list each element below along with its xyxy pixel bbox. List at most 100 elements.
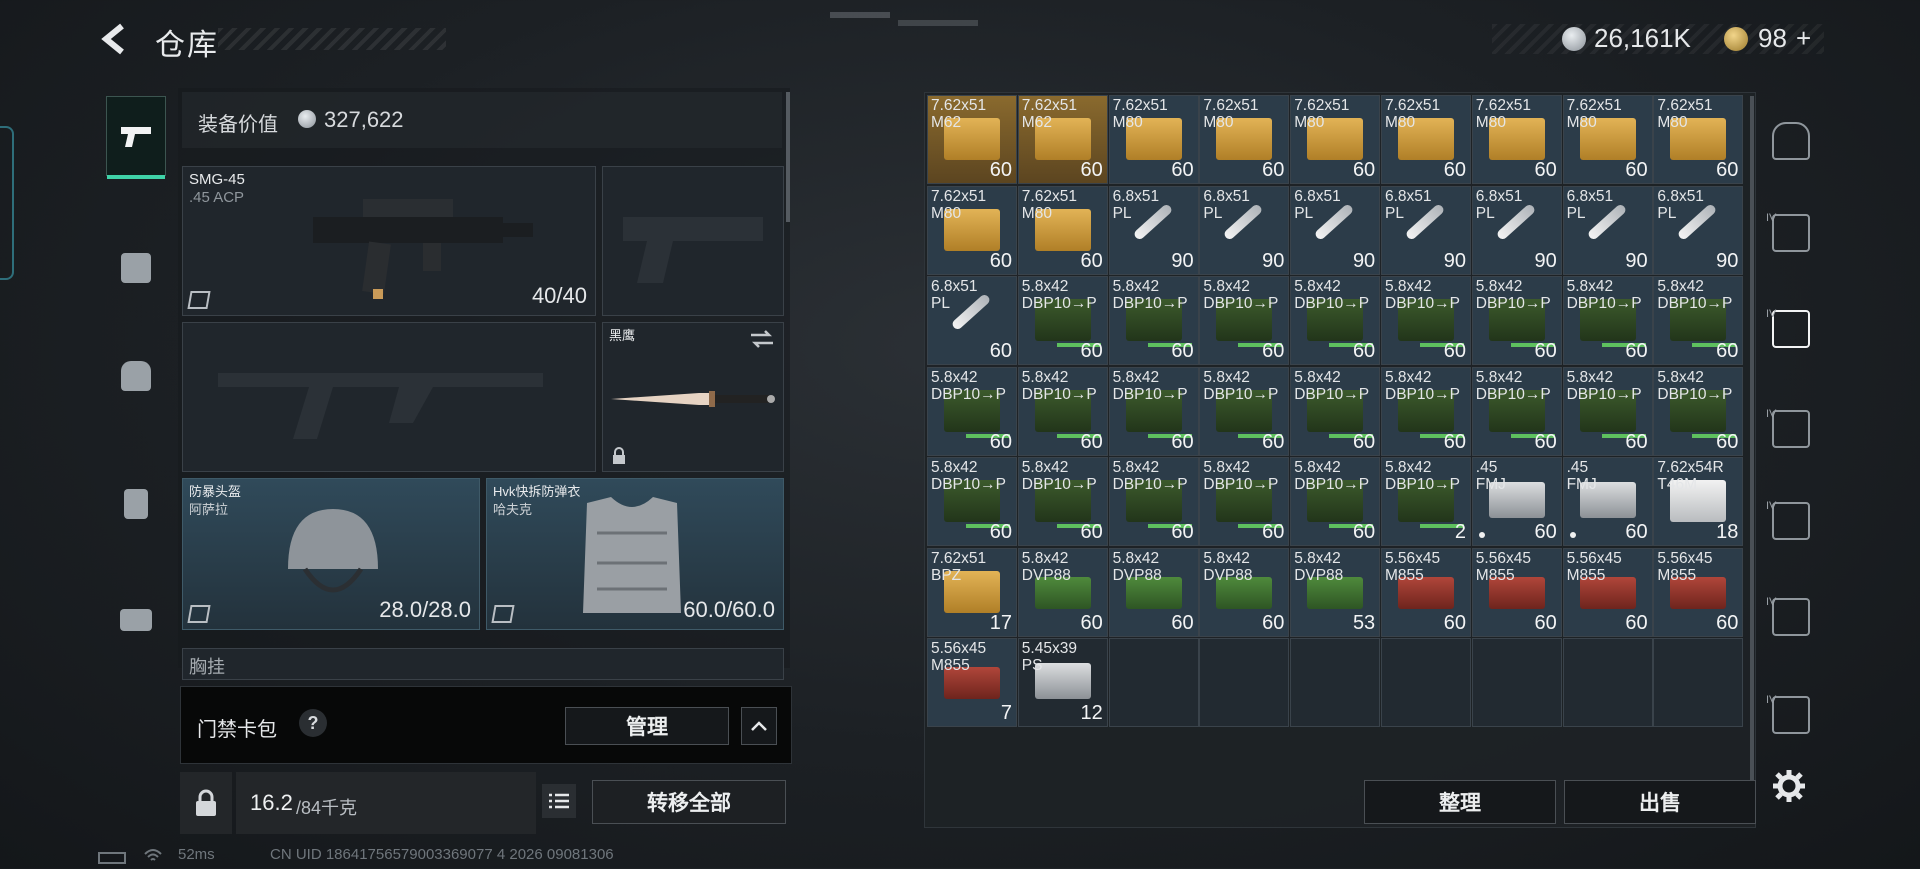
tab-chest-rig[interactable]	[106, 464, 166, 544]
armor-slot[interactable]: Hvk快拆防弹衣 哈夫克 60.0/60.0	[486, 478, 784, 630]
stash-item[interactable]: 7.62x51 M80 60	[1653, 95, 1744, 184]
stash-item[interactable]: 7.62x51 M62 60	[927, 95, 1017, 184]
pistol-slot[interactable]	[602, 166, 784, 316]
stash-item[interactable]: 7.62x51 M80 60	[1381, 95, 1471, 184]
equipment-scrollbar[interactable]	[786, 92, 790, 222]
stash-item[interactable]: 5.8x42 DBP10→P 60	[1653, 276, 1744, 365]
stash-category-1-icon[interactable]	[1772, 214, 1810, 252]
stash-category-5-icon[interactable]	[1772, 598, 1810, 636]
back-arrow-icon[interactable]	[98, 22, 132, 56]
stash-item[interactable]: 5.8x42 DBP10→P 60	[1199, 276, 1290, 365]
stash-category-2-icon[interactable]	[1772, 310, 1810, 348]
sort-button[interactable]: 整理	[1364, 780, 1556, 824]
stash-item[interactable]: 6.8x51 PL 90	[1562, 185, 1653, 275]
secondary-weapon-slot[interactable]	[182, 322, 596, 472]
stash-empty-slot[interactable]	[1290, 638, 1381, 727]
stash-item[interactable]: 5.8x42 DBP10→P 60	[1471, 276, 1562, 365]
stash-item[interactable]: 6.8x51 PL 90	[1381, 185, 1471, 275]
stash-item[interactable]: 6.8x51 PL 90	[1290, 185, 1381, 275]
swap-icon[interactable]	[749, 329, 775, 349]
stash-item[interactable]: 5.8x42 DBP10→P 60	[927, 366, 1017, 456]
stash-item[interactable]: 5.56x45 M855 60	[1562, 547, 1653, 637]
stash-item[interactable]: 5.8x42 DVP88 60	[1108, 547, 1199, 637]
help-icon[interactable]: ?	[299, 709, 327, 737]
stash-item[interactable]: 6.8x51 PL 90	[1471, 185, 1562, 275]
stash-item[interactable]: 5.8x42 DBP10→P 60	[1017, 366, 1108, 456]
stash-item[interactable]: 5.8x42 DBP10→P 60	[1562, 366, 1653, 456]
stash-empty-slot[interactable]	[1381, 638, 1471, 727]
stash-item[interactable]: 7.62x51 M80 60	[1290, 95, 1381, 184]
stash-category-6-icon[interactable]	[1772, 696, 1810, 734]
manage-button[interactable]: 管理	[565, 707, 729, 745]
stash-item[interactable]: 5.8x42 DBP10→P 60	[1381, 366, 1471, 456]
stash-scrollbar[interactable]	[1750, 96, 1754, 786]
stash-empty-slot[interactable]	[1471, 638, 1562, 727]
stash-item[interactable]: 5.45x39 PS 12	[1017, 638, 1108, 727]
stash-item[interactable]: 5.8x42 DBP10→P 60	[1562, 276, 1653, 365]
stash-item[interactable]: 5.8x42 DBP10→P 60	[1471, 366, 1562, 456]
stash-item[interactable]: 5.8x42 DBP10→P 60	[1290, 366, 1381, 456]
stash-empty-slot[interactable]	[1108, 638, 1199, 727]
side-drawer-handle[interactable]	[0, 126, 14, 280]
stash-item[interactable]: 5.56x45 M855 60	[1653, 547, 1744, 637]
stash-item[interactable]: 5.8x42 DBP10→P 60	[1199, 366, 1290, 456]
stash-empty-slot[interactable]	[1653, 638, 1744, 727]
stash-item[interactable]: 7.62x51 M80 60	[1471, 95, 1562, 184]
stash-home-icon[interactable]	[1772, 122, 1810, 160]
primary-weapon-slot[interactable]: SMG-45 .45 ACP 40/40	[182, 166, 596, 316]
stash-item[interactable]: 5.8x42 DVP88 60	[1017, 547, 1108, 637]
lock-toggle[interactable]	[180, 772, 232, 834]
item-name: 5.8x42 DVP88	[1294, 549, 1344, 584]
chest-rig-slot[interactable]: 胸挂	[182, 648, 784, 680]
stash-item[interactable]: 5.56x45 M855 60	[1381, 547, 1471, 637]
stash-item[interactable]: 5.8x42 DVP88 60	[1199, 547, 1290, 637]
stash-category-4-icon[interactable]	[1772, 502, 1810, 540]
transfer-all-button[interactable]: 转移全部	[592, 780, 786, 824]
stash-item[interactable]: 5.8x42 DBP10→P 60	[1290, 276, 1381, 365]
smg-image	[313, 199, 533, 299]
tab-backpack[interactable]	[106, 336, 166, 416]
stash-item[interactable]: 7.62x51 M80 60	[1562, 95, 1653, 184]
tab-case[interactable]	[106, 580, 166, 660]
item-name: 5.8x42 DVP88	[1021, 549, 1071, 584]
stash-category-3-icon[interactable]	[1772, 410, 1810, 448]
stash-item[interactable]: 7.62x51 M80 60	[1199, 95, 1290, 184]
tab-armor[interactable]	[106, 228, 166, 308]
stash-item[interactable]: .45 FMJ 60	[1471, 457, 1562, 546]
stash-item[interactable]: 7.62x54R T46M 18	[1653, 457, 1744, 546]
stash-item[interactable]: .45 FMJ 60	[1562, 457, 1653, 546]
stash-item[interactable]: 6.8x51 PL 60	[927, 276, 1017, 365]
stash-empty-slot[interactable]	[1562, 638, 1653, 727]
stash-item[interactable]: 5.8x42 DBP10→P 60	[1017, 276, 1108, 365]
melee-slot[interactable]: 黑鹰	[602, 322, 784, 472]
stash-item[interactable]: 5.56x45 M855 7	[927, 638, 1017, 727]
tab-weapon[interactable]	[106, 96, 166, 179]
stash-item[interactable]: 5.8x42 DBP10→P 60	[1381, 276, 1471, 365]
add-gold-button[interactable]: +	[1796, 23, 1811, 54]
sell-button[interactable]: 出售	[1564, 780, 1756, 824]
stash-item[interactable]: 6.8x51 PL 90	[1108, 185, 1199, 275]
stash-item[interactable]: 5.8x42 DBP10→P 60	[1290, 457, 1381, 546]
helmet-slot[interactable]: 防暴头盔 阿萨拉 28.0/28.0	[182, 478, 480, 630]
collapse-button[interactable]	[741, 707, 777, 745]
stash-item[interactable]: 5.8x42 DBP10→P 2	[1381, 457, 1471, 546]
stash-item[interactable]: 7.62x51 M62 60	[1017, 95, 1108, 184]
stash-item[interactable]: 7.62x51 M80 60	[927, 185, 1017, 275]
stash-item[interactable]: 7.62x51 M80 60	[1108, 95, 1199, 184]
stash-item[interactable]: 5.8x42 DBP10→P 60	[1108, 366, 1199, 456]
settings-gear-icon[interactable]	[1771, 768, 1807, 804]
stash-item[interactable]: 5.56x45 M855 60	[1471, 547, 1562, 637]
stash-item[interactable]: 5.8x42 DBP10→P 60	[927, 457, 1017, 546]
stash-item[interactable]: 6.8x51 PL 90	[1653, 185, 1744, 275]
stash-item[interactable]: 5.8x42 DBP10→P 60	[1199, 457, 1290, 546]
stash-item[interactable]: 5.8x42 DBP10→P 60	[1108, 276, 1199, 365]
stash-item[interactable]: 5.8x42 DVP88 53	[1290, 547, 1381, 637]
stash-item[interactable]: 5.8x42 DBP10→P 60	[1017, 457, 1108, 546]
stash-item[interactable]: 6.8x51 PL 90	[1199, 185, 1290, 275]
stash-item[interactable]: 7.62x51 M80 60	[1017, 185, 1108, 275]
stash-item[interactable]: 5.8x42 DBP10→P 60	[1653, 366, 1744, 456]
stash-empty-slot[interactable]	[1199, 638, 1290, 727]
list-view-button[interactable]	[542, 784, 576, 818]
stash-item[interactable]: 7.62x51 BPZ 17	[927, 547, 1017, 637]
stash-item[interactable]: 5.8x42 DBP10→P 60	[1108, 457, 1199, 546]
